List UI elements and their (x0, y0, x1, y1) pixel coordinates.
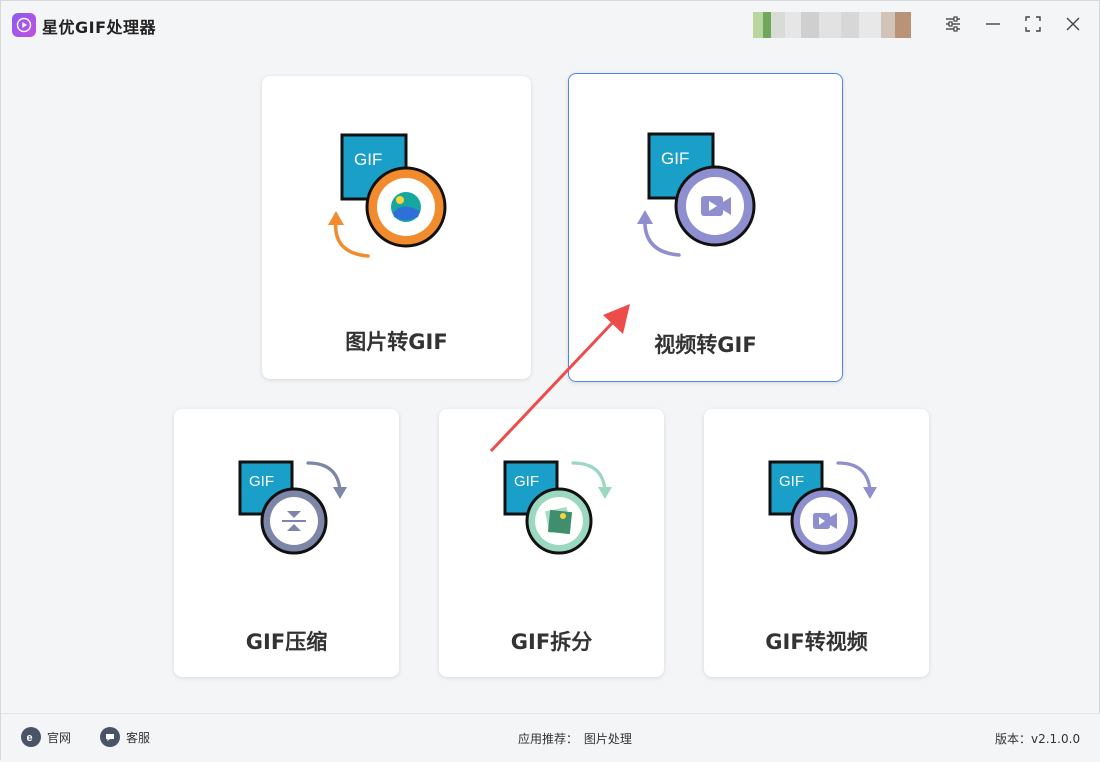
svg-text:GIF: GIF (249, 473, 274, 490)
website-link[interactable]: e 官网 (21, 727, 71, 747)
recommend-prefix: 应用推荐： (518, 732, 579, 746)
card-label: GIF压缩 (245, 630, 328, 654)
maximize-icon (1025, 16, 1041, 32)
app-recommendation: 应用推荐： 图片处理 (518, 730, 632, 747)
user-account-avatar[interactable] (753, 10, 923, 40)
card-label: GIF转视频 (765, 630, 868, 654)
minimize-button[interactable] (981, 12, 1005, 36)
card-label: 图片转GIF (345, 330, 448, 354)
gif-split-icon: GIF (503, 460, 612, 555)
version-text: 版本：v2.1.0.0 (995, 732, 1081, 746)
sliders-icon (946, 16, 960, 32)
gif-to-video-icon: GIF (768, 460, 877, 555)
title-bar: 星优GIF处理器 (1, 1, 1100, 47)
svg-text:GIF: GIF (354, 150, 382, 169)
card-image-to-gif[interactable]: GIF 图片转GIF (262, 76, 531, 379)
browser-e-icon: e (21, 727, 41, 747)
app-logo-icon (12, 13, 36, 37)
svg-text:GIF: GIF (661, 149, 689, 168)
app-title: 星优GIF处理器 (42, 18, 157, 37)
card-gif-split[interactable]: GIF GIF拆分 (439, 409, 664, 677)
card-label: GIF拆分 (510, 630, 593, 654)
customer-service-link[interactable]: 客服 (100, 727, 150, 747)
chat-bubble-icon (100, 727, 120, 747)
video-to-gif-icon: GIF (637, 132, 756, 257)
maximize-button[interactable] (1021, 12, 1045, 36)
card-gif-to-video[interactable]: GIF GIF转视频 (704, 409, 929, 677)
minimize-icon (986, 23, 1000, 25)
card-video-to-gif[interactable]: GIF 视频转GIF (568, 73, 843, 382)
card-label: 视频转GIF (654, 333, 757, 357)
svg-text:GIF: GIF (779, 473, 804, 490)
website-label: 官网 (47, 730, 72, 745)
settings-button[interactable] (941, 12, 965, 36)
svg-text:GIF: GIF (514, 473, 539, 490)
footer-bar: e 官网 客服 应用推荐： 图片处理 版本：v2.1.0.0 (1, 713, 1100, 762)
recommend-app-link[interactable]: 图片处理 (584, 732, 632, 746)
image-to-gif-icon: GIF (328, 133, 447, 258)
service-label: 客服 (126, 730, 151, 745)
close-button[interactable] (1061, 12, 1085, 36)
card-gif-compress[interactable]: GIF GIF压缩 (174, 409, 399, 677)
app-window: 星优GIF处理器 GIF 图片转GIF GIF 视频转GIF GIF GIF压缩… (0, 0, 1100, 762)
gif-compress-icon: GIF (238, 460, 347, 555)
svg-text:e: e (27, 732, 33, 743)
close-icon (1066, 17, 1080, 31)
